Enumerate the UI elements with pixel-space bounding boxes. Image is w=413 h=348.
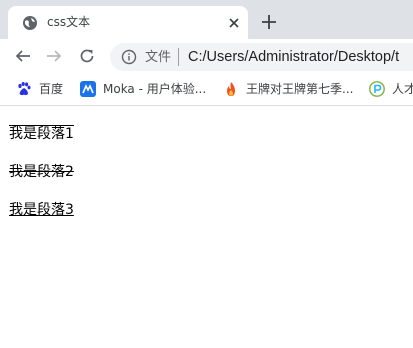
page-content [0,107,413,348]
close-icon[interactable] [226,15,242,31]
url-scheme-label: 文件 [145,50,172,65]
bookmark-baidu[interactable]: 百度 [39,82,63,96]
globe-icon [23,16,37,30]
tab-strip: css文本 [0,0,413,39]
paragraph-overline: 我是段落1 [9,126,74,142]
reload-icon[interactable] [78,47,96,65]
paragraph-underline: 我是段落3 [9,202,74,218]
bookmark-moka[interactable]: Moka - 用户体验... [103,82,206,96]
baidu-paw-icon [18,82,31,96]
info-icon[interactable] [121,49,137,65]
new-tab-icon[interactable] [260,13,278,31]
url-text[interactable]: C:/Users/Administrator/Desktop/t [188,49,399,65]
green-p-icon [369,81,385,97]
tab-active[interactable]: css文本 [8,6,248,39]
back-arrow-icon[interactable] [14,47,32,65]
flame-icon [227,82,235,96]
address-divider [178,48,179,66]
bookmark-wangpai[interactable]: 王牌对王牌第七季... [246,82,353,96]
paragraph-line-through: 我是段落2 [9,164,74,180]
tab-title: css文本 [47,15,91,29]
forward-arrow-icon[interactable] [45,47,63,65]
bookmark-rencai[interactable]: 人才 [392,82,413,96]
moka-icon [80,81,96,97]
